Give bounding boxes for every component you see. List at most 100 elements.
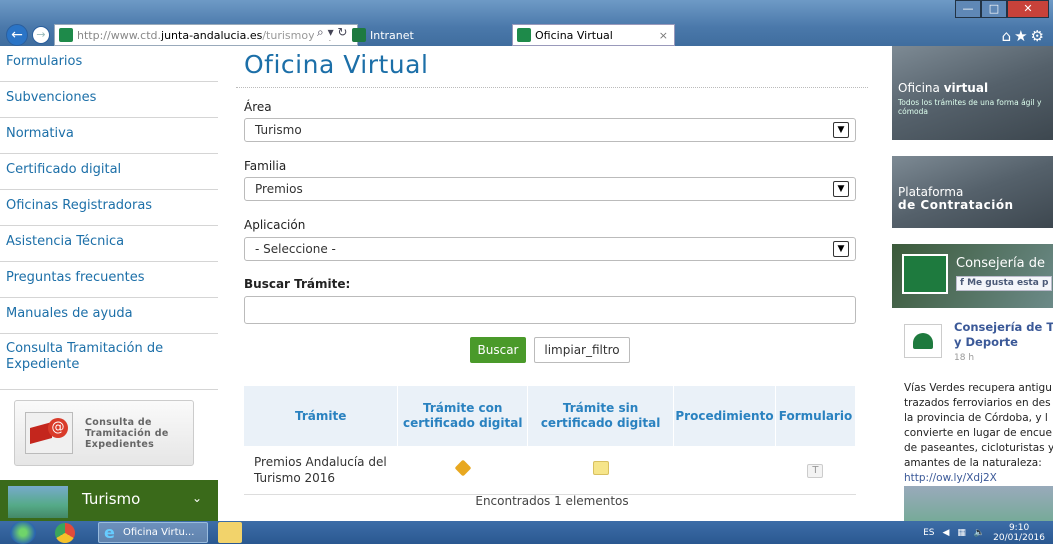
aplicacion-label: Aplicación <box>244 218 306 232</box>
buscar-button[interactable]: Buscar <box>470 337 526 363</box>
banner1-title: Oficina virtual <box>898 82 988 95</box>
intranet-favicon-icon <box>352 28 366 42</box>
consulta-line-2: Tramitación de <box>85 427 169 439</box>
banner2-line2: de Contratación <box>898 198 1014 212</box>
site-favicon-icon <box>59 28 73 42</box>
sidebar-item-consulta-tramitacion[interactable]: Consulta Tramitación de Expediente <box>0 334 218 390</box>
taskbar: Oficina Virtu... ES ◀ ▦ 🔈 9:10 20/01/201… <box>0 521 1053 544</box>
taskbar-ie-window[interactable]: Oficina Virtu... <box>98 522 208 543</box>
clock-date: 20/01/2016 <box>993 532 1045 543</box>
file-explorer-icon[interactable] <box>218 522 242 543</box>
tramite-name: Premios Andalucía del Turismo 2016 <box>244 446 398 495</box>
sidebar-item-asistencia-tecnica[interactable]: Asistencia Técnica <box>0 226 218 262</box>
fb-like-button[interactable]: f Me gusta esta p <box>956 276 1053 291</box>
search-icon[interactable]: ⌕ <box>317 25 324 39</box>
tab-oficina-virtual[interactable]: Oficina Virtual × <box>512 24 675 46</box>
post-link[interactable]: http://ow.ly/Xdj2X <box>904 471 1053 486</box>
sidebar-item-preguntas-frecuentes[interactable]: Preguntas frecuentes <box>0 262 218 298</box>
col-tramite: Trámite <box>244 386 399 446</box>
col-procedimiento: Procedimiento <box>673 386 776 446</box>
table-row: Premios Andalucía del Turismo 2016 T <box>244 446 856 495</box>
minimize-icon[interactable]: — <box>955 0 981 18</box>
sidebar-item-formularios[interactable]: Formularios <box>0 46 218 82</box>
post-line: trazados ferroviarios en des <box>904 397 1051 409</box>
forward-arrow-icon[interactable]: → <box>32 26 50 44</box>
tray-arrow-icon[interactable]: ◀ <box>942 528 949 538</box>
sidebar-item-subvenciones[interactable]: Subvenciones <box>0 82 218 118</box>
right-column: Oficina virtual Todos los trámites de un… <box>886 46 1053 521</box>
facebook-page-box[interactable]: Consejería de f Me gusta esta p <box>892 244 1053 308</box>
banner1-subtitle: Todos los trámites de una forma ágil y c… <box>898 98 1042 116</box>
familia-select[interactable]: Premios ▼ <box>244 177 856 201</box>
post-author-line2: y Deporte <box>954 335 1018 349</box>
familia-label: Familia <box>244 159 287 173</box>
post-line: la provincia de Córdoba, y l <box>904 412 1048 424</box>
junta-andalucia-logo <box>902 254 948 294</box>
post-line: amantes de la naturaleza: <box>904 457 1042 469</box>
tab-intranet[interactable]: Intranet <box>348 24 508 46</box>
consulta-expedientes-banner[interactable]: Consulta de Tramitación de Expedientes <box>14 400 194 466</box>
oficina-favicon-icon <box>517 28 531 42</box>
tab-oficina-label: Oficina Virtual <box>535 28 613 42</box>
sidebar-item-oficinas-registradoras[interactable]: Oficinas Registradoras <box>0 190 218 226</box>
aplicacion-select[interactable]: - Seleccione - ▼ <box>244 237 856 261</box>
chrome-browser-icon[interactable] <box>55 523 75 543</box>
form-document-icon[interactable]: T <box>807 463 824 478</box>
clock[interactable]: 9:10 20/01/2016 <box>993 523 1045 543</box>
post-author[interactable]: Consejería de Tu y Deporte <box>954 320 1053 350</box>
address-tools: ⌕ ▾ ↻ <box>314 25 348 40</box>
network-icon[interactable]: ▦ <box>957 528 966 538</box>
chevron-down-icon[interactable]: ▼ <box>833 241 849 257</box>
post-image[interactable] <box>904 486 1053 521</box>
favorites-star-icon[interactable]: ★ <box>1014 27 1030 45</box>
con-certificado-cell <box>397 446 528 495</box>
banner1-title-b: virtual <box>943 81 989 95</box>
page-title: Oficina Virtual <box>236 46 868 88</box>
close-window-icon[interactable]: ✕ <box>1007 0 1049 18</box>
address-bar[interactable]: http://www.ctd. junta-andalucia.es /turi… <box>54 24 358 46</box>
sin-certificado-cell <box>527 446 674 495</box>
turismo-label: Turismo <box>82 490 141 508</box>
browser-toolbar-icons: ⌂★⚙ <box>1002 27 1047 45</box>
sidebar-item-certificado-digital[interactable]: Certificado digital <box>0 154 218 190</box>
turismo-thumbnail <box>8 486 68 518</box>
col-formulario: Formulario <box>775 386 857 446</box>
main-content: Oficina Virtual Área Turismo ▼ Familia P… <box>236 46 868 521</box>
refresh-icon[interactable]: ↻ <box>337 25 347 39</box>
chevron-down-icon[interactable]: ▼ <box>833 122 849 138</box>
post-line: de paseantes, cicloturistas y <box>904 442 1053 454</box>
language-indicator[interactable]: ES <box>923 528 934 538</box>
familia-select-value: Premios <box>255 182 303 196</box>
buscar-tramite-input[interactable] <box>244 296 856 324</box>
plataforma-contratacion-banner[interactable]: Plataforma de Contratación <box>892 156 1053 228</box>
home-icon[interactable]: ⌂ <box>1002 27 1015 45</box>
table-header-row: Trámite Trámite con certificado digital … <box>244 386 857 446</box>
tab-close-icon[interactable]: × <box>659 29 668 42</box>
volume-icon[interactable]: 🔈 <box>974 528 985 538</box>
chevron-down-icon[interactable]: ⌄ <box>192 491 202 505</box>
limpiar-filtro-button[interactable]: limpiar_filtro <box>534 337 630 363</box>
sidebar-item-manuales-ayuda[interactable]: Manuales de ayuda <box>0 298 218 334</box>
maximize-icon[interactable]: □ <box>981 0 1007 18</box>
area-select[interactable]: Turismo ▼ <box>244 118 856 142</box>
browser-chrome: ← → http://www.ctd. junta-andalucia.es /… <box>0 0 1053 46</box>
area-label: Área <box>244 100 272 114</box>
results-table: Trámite Trámite con certificado digital … <box>244 386 857 495</box>
turismo-menu[interactable]: Turismo ⌄ <box>0 480 218 521</box>
oficina-virtual-banner[interactable]: Oficina virtual Todos los trámites de un… <box>892 46 1053 140</box>
sign-document-icon[interactable] <box>592 461 609 476</box>
window-controls: — □ ✕ <box>955 0 1049 18</box>
back-arrow-icon[interactable]: ← <box>6 24 28 46</box>
fb-page-name: Consejería de <box>956 256 1045 271</box>
chevron-down-icon[interactable]: ▼ <box>833 181 849 197</box>
post-time: 18 h <box>954 353 975 363</box>
results-count: Encontrados 1 elementos <box>475 494 629 508</box>
consulta-line-3: Expedientes <box>85 438 155 450</box>
start-button-icon[interactable] <box>10 521 36 544</box>
certificate-icon[interactable] <box>454 459 472 477</box>
sidebar-item-normativa[interactable]: Normativa <box>0 118 218 154</box>
fb-like-label: Me gusta esta p <box>967 278 1049 288</box>
settings-gear-icon[interactable]: ⚙ <box>1031 27 1047 45</box>
facebook-icon: f <box>960 278 968 288</box>
dropdown-icon[interactable]: ▾ <box>328 25 334 39</box>
